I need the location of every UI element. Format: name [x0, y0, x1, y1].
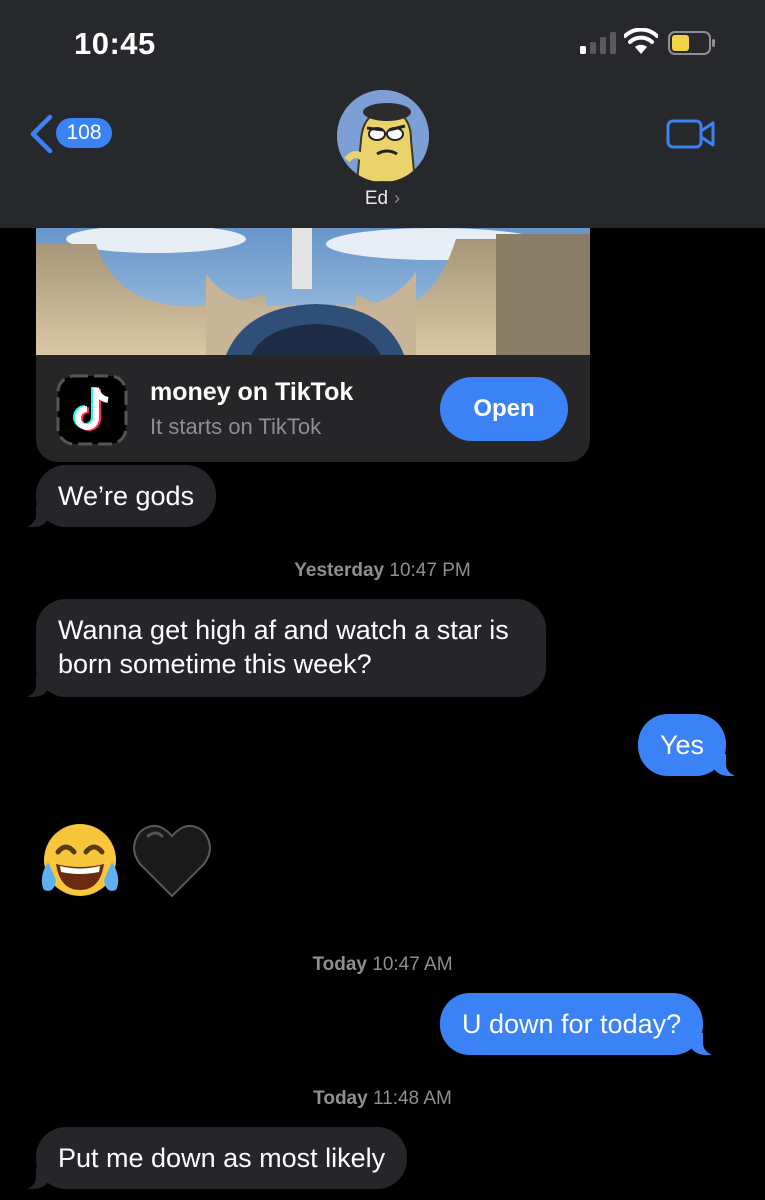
message-bubble[interactable]: Put me down as most likely — [21, 1127, 408, 1189]
tiktok-link-preview[interactable]: money on TikTok It starts on TikTok Open — [36, 214, 590, 462]
wifi-icon — [624, 28, 658, 54]
tiktok-icon — [56, 374, 128, 446]
message-text-line: Wanna get high af and watch a star is — [58, 615, 509, 645]
message-text: We’re gods — [58, 481, 195, 511]
timestamp: Today 10:47 AM — [0, 954, 765, 976]
message-text: Yes — [660, 730, 705, 760]
conversation-header: 10:45 108 Ed › — [0, 0, 765, 228]
timestamp-time: 10:47 AM — [372, 954, 453, 975]
back-button[interactable]: 108 — [28, 112, 118, 158]
message-text: Put me down as most likely — [58, 1143, 386, 1173]
message-bubble[interactable]: U down for today? — [440, 993, 718, 1055]
status-time: 10:45 — [74, 26, 156, 61]
preview-image — [36, 214, 590, 355]
timestamp-day: Today — [312, 954, 367, 975]
battery-icon — [668, 31, 715, 55]
message-bubble[interactable]: Yes — [638, 714, 741, 776]
timestamp-time: 11:48 AM — [372, 1088, 452, 1109]
timestamp-day: Today — [313, 1088, 368, 1109]
black-heart-icon[interactable] — [130, 818, 214, 902]
timestamp-time: 10:47 PM — [389, 560, 471, 581]
message-bubble[interactable]: Wanna get high af and watch a star is bo… — [22, 599, 546, 697]
open-button[interactable]: Open — [440, 377, 568, 441]
message-text: U down for today? — [462, 1009, 682, 1039]
link-subtitle: It starts on TikTok — [150, 414, 322, 439]
timestamp: Today 11:48 AM — [0, 1088, 765, 1110]
chevron-left-icon — [30, 114, 53, 154]
contact-name-button[interactable]: Ed › — [0, 188, 765, 210]
timestamp-day: Yesterday — [294, 560, 385, 581]
timestamp: Yesterday 10:47 PM — [0, 560, 765, 582]
message-text-line: born sometime this week? — [58, 649, 372, 679]
contact-avatar[interactable] — [337, 90, 429, 182]
contact-name: Ed — [364, 188, 389, 209]
avatar-image — [337, 90, 429, 182]
chevron-right-icon: › — [394, 188, 401, 208]
unread-count-badge: 108 — [56, 118, 112, 148]
video-camera-icon[interactable] — [666, 118, 716, 150]
cellular-signal-icon — [580, 32, 616, 54]
message-bubble[interactable]: We’re gods — [21, 465, 217, 527]
face-with-tears-of-joy-icon[interactable] — [38, 818, 122, 902]
link-title: money on TikTok — [150, 378, 354, 406]
